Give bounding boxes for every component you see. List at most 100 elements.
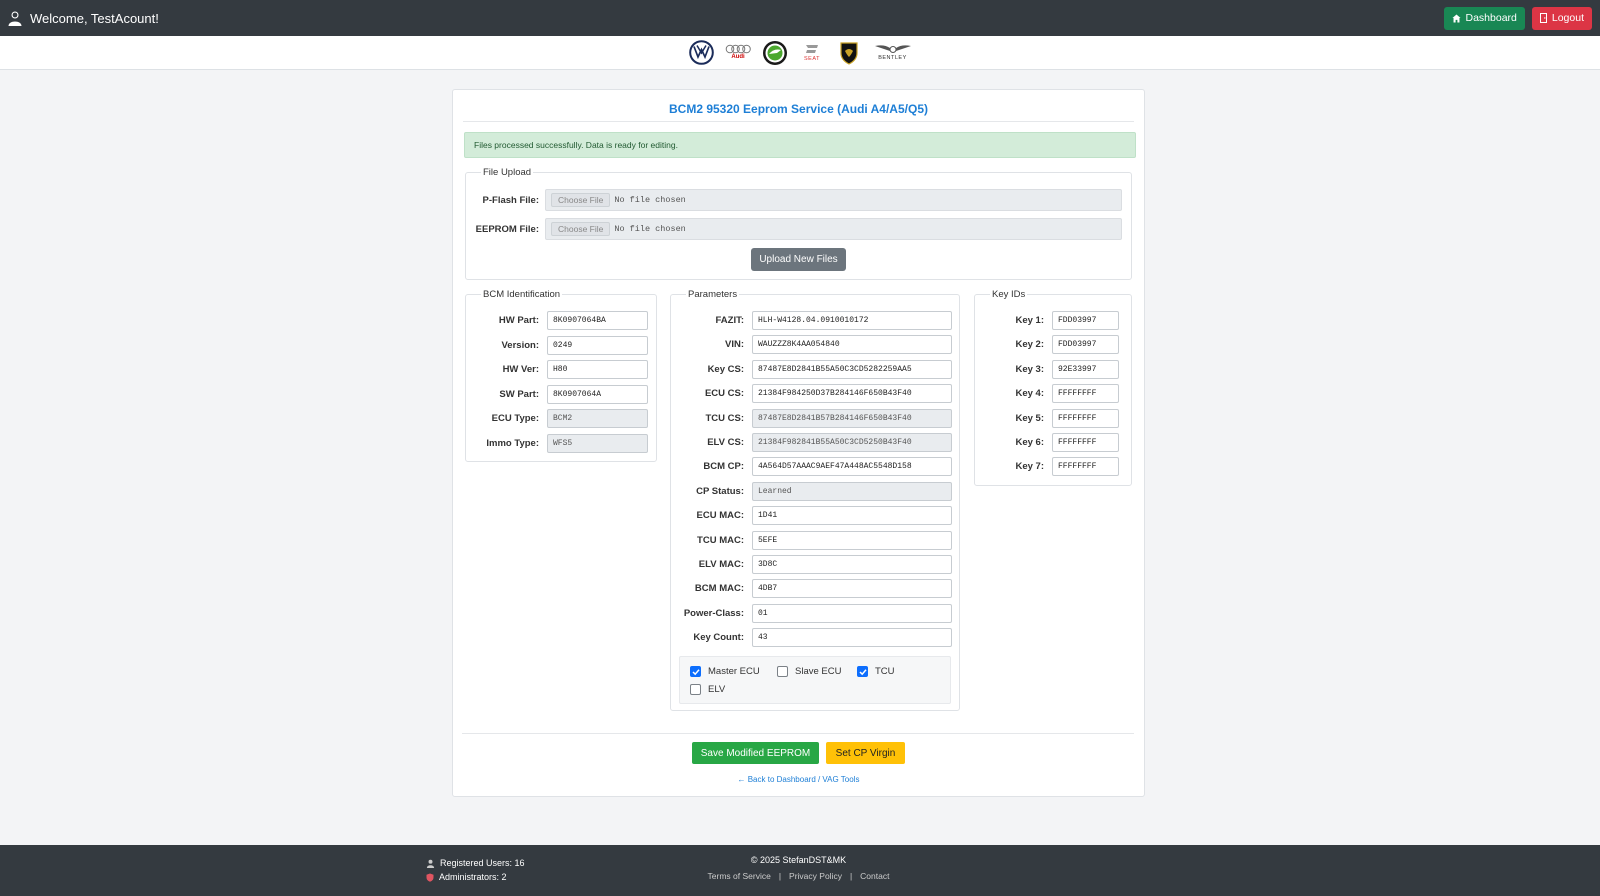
choose-file-button[interactable]: Choose File	[551, 222, 611, 236]
key-cs-label: Key CS:	[707, 363, 744, 375]
parameters-legend: Parameters	[688, 289, 738, 300]
bcm-identification-legend: BCM Identification	[483, 289, 561, 300]
skoda-logo[interactable]	[762, 39, 789, 66]
pflash-file-input[interactable]: Choose File No file chosen	[545, 189, 1122, 211]
key-2-input[interactable]	[1052, 335, 1119, 355]
ecu-mac-input[interactable]	[752, 506, 952, 526]
elv-cs-input[interactable]	[752, 433, 952, 452]
bcm-mac-input[interactable]	[752, 579, 952, 599]
key-3-input[interactable]	[1052, 359, 1119, 379]
master-ecu-checkbox[interactable]: Master ECU	[690, 666, 760, 677]
tcu-mac-input[interactable]	[752, 530, 952, 550]
logout-button[interactable]: Logout	[1531, 6, 1592, 30]
privacy-link[interactable]: Privacy Policy	[789, 871, 842, 881]
registered-users-stat: Registered Users: 16	[426, 856, 525, 870]
key-5-row: Key 5:	[974, 408, 1119, 428]
fazit-input[interactable]	[752, 311, 952, 330]
key-6-input[interactable]	[1052, 433, 1119, 452]
administrators-stat: Administrators: 2	[426, 870, 525, 884]
upload-new-files-button[interactable]: Upload New Files	[751, 248, 846, 271]
audi-text: Audi	[731, 54, 745, 60]
hw-part-input[interactable]	[547, 311, 648, 330]
fazit-row: FAZIT:	[670, 311, 952, 330]
hw-ver-label: HW Ver:	[502, 364, 539, 375]
set-cp-virgin-button[interactable]: Set CP Virgin	[826, 742, 905, 764]
bentley-logo[interactable]: BENTLEY	[873, 39, 913, 66]
hw-ver-row: HW Ver:	[465, 360, 648, 379]
bcm-mac-label: BCM MAC:	[694, 583, 744, 595]
checkbox-box[interactable]	[690, 684, 701, 695]
version-input[interactable]	[547, 335, 648, 355]
key-5-input[interactable]	[1052, 408, 1119, 428]
tcu-cs-input[interactable]	[752, 408, 952, 428]
ecu-cs-input[interactable]	[752, 384, 952, 404]
checkbox-label: Slave ECU	[795, 666, 842, 677]
contact-link[interactable]: Contact	[860, 871, 889, 881]
checkbox-box[interactable]	[690, 666, 701, 677]
back-to-dashboard-link[interactable]: ← Back to Dashboard / VAG Tools	[600, 775, 997, 784]
checkbox-label: ELV	[708, 684, 726, 695]
key-7-input[interactable]	[1052, 457, 1119, 477]
key-1-input[interactable]	[1052, 311, 1119, 330]
key-6-row: Key 6:	[974, 433, 1119, 452]
bcm-cp-label: BCM CP:	[703, 461, 744, 473]
elv-cs-label: ELV CS:	[707, 437, 744, 448]
hw-part-row: HW Part:	[465, 311, 648, 330]
cp-status-label: CP Status:	[696, 485, 744, 497]
cp-status-row: CP Status:	[670, 481, 952, 501]
sw-part-input[interactable]	[547, 384, 648, 404]
page-title: BCM2 95320 Eeprom Service (Audi A4/A5/Q5…	[463, 102, 1134, 122]
key-2-row: Key 2:	[974, 335, 1119, 355]
power-class-input[interactable]	[752, 603, 952, 623]
key-cs-input[interactable]	[752, 359, 952, 379]
power-class-label: Power-Class:	[683, 607, 744, 619]
tcu-checkbox[interactable]: TCU	[857, 666, 895, 677]
terms-link[interactable]: Terms of Service	[708, 871, 771, 881]
sw-part-label: SW Part:	[499, 388, 539, 400]
checkbox-box[interactable]	[857, 666, 868, 677]
checkbox-label: Master ECU	[708, 666, 760, 677]
bcm-mac-row: BCM MAC:	[670, 579, 952, 599]
key-4-row: Key 4:	[974, 384, 1119, 404]
actions-divider	[462, 733, 1134, 734]
key-3-row: Key 3:	[974, 359, 1119, 379]
immo-type-row: Immo Type:	[465, 433, 648, 453]
eeprom-file-input[interactable]: Choose File No file chosen	[545, 218, 1122, 240]
bcm-cp-input[interactable]	[752, 457, 952, 477]
key-2-label: Key 2:	[1015, 339, 1044, 351]
lamborghini-logo[interactable]	[836, 39, 863, 66]
choose-file-button[interactable]: Choose File	[551, 193, 611, 207]
immo-type-input[interactable]	[547, 433, 648, 453]
save-modified-eeprom-button[interactable]: Save Modified EEPROM	[692, 742, 819, 764]
separator: |	[778, 871, 782, 881]
welcome-text: Welcome, TestAcount!	[30, 10, 159, 26]
elv-mac-input[interactable]	[752, 555, 952, 574]
key-count-input[interactable]	[752, 628, 952, 648]
key-1-label: Key 1:	[1015, 315, 1044, 326]
registered-users-text: Registered Users: 16	[440, 858, 525, 868]
checkbox-box[interactable]	[777, 666, 788, 677]
separator: |	[849, 871, 853, 881]
brand-bar: Audi SEAT BENTLEY	[0, 36, 1600, 70]
dashboard-button[interactable]: Dashboard	[1443, 6, 1525, 30]
footer: Registered Users: 16 Administrators: 2 ©…	[0, 845, 1600, 896]
top-navbar: Welcome, TestAcount! Dashboard Logout	[0, 0, 1600, 36]
checkbox-label: TCU	[875, 666, 895, 677]
volkswagen-logo[interactable]	[688, 39, 715, 66]
slave-ecu-checkbox[interactable]: Slave ECU	[777, 666, 841, 677]
key-4-input[interactable]	[1052, 384, 1119, 404]
hw-ver-input[interactable]	[547, 360, 648, 379]
elv-cs-row: ELV CS:	[670, 433, 952, 452]
alert-text: Files processed successfully. Data is re…	[474, 140, 678, 150]
eeprom-label: EEPROM File:	[475, 223, 539, 235]
shield-icon	[426, 873, 434, 882]
ecu-type-input[interactable]	[547, 409, 648, 428]
cp-status-input[interactable]	[752, 481, 952, 501]
seat-logo[interactable]: SEAT	[799, 39, 826, 66]
vin-input[interactable]	[752, 335, 952, 355]
key-1-row: Key 1:	[974, 311, 1119, 330]
audi-logo[interactable]: Audi	[725, 39, 752, 66]
key-7-label: Key 7:	[1015, 461, 1044, 473]
elv-checkbox[interactable]: ELV	[690, 684, 725, 695]
ecu-mac-label: ECU MAC:	[696, 510, 745, 522]
